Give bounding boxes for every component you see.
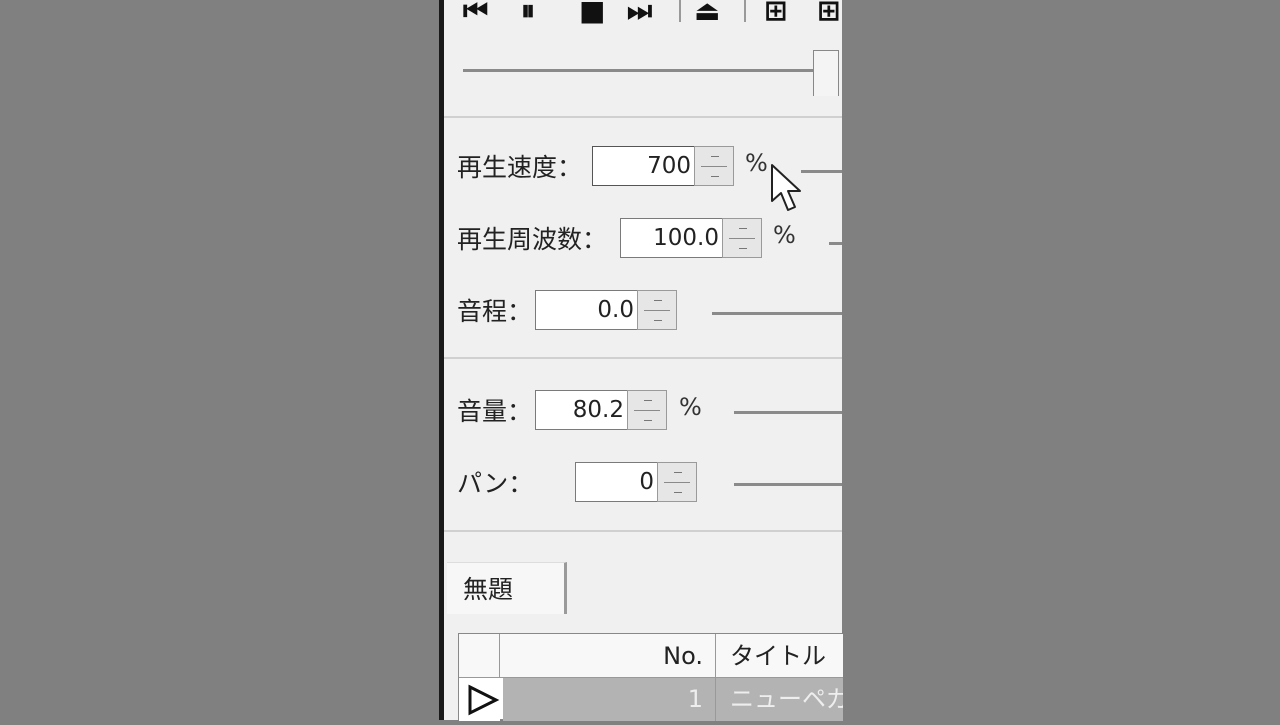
table-header-corner: [459, 634, 500, 678]
speed-input[interactable]: 700: [592, 146, 696, 186]
skip-forward-icon[interactable]: ⏭: [627, 0, 652, 25]
speed-slider[interactable]: [801, 170, 842, 173]
mouse-cursor-icon: [771, 164, 801, 211]
divider: [444, 116, 842, 118]
pause-icon[interactable]: ⏸: [521, 0, 535, 25]
frequency-slider[interactable]: [829, 242, 842, 245]
pan-input[interactable]: 0: [575, 462, 659, 502]
pitch-input[interactable]: 0.0: [535, 290, 639, 330]
pitch-slider[interactable]: [712, 312, 842, 315]
seek-slider-track[interactable]: [463, 69, 818, 72]
volume-spinner[interactable]: [627, 390, 667, 430]
column-header-title[interactable]: タイトル: [716, 634, 843, 678]
toolbar-separator: [744, 0, 746, 22]
volume-slider[interactable]: [734, 411, 842, 414]
table-row-indicator: [459, 678, 500, 721]
pitch-spinner[interactable]: [637, 290, 677, 330]
add-file-icon[interactable]: ⊞: [764, 0, 787, 25]
play-indicator-icon: [468, 684, 500, 716]
table-cell-title[interactable]: ニューペガ: [716, 678, 843, 721]
frequency-label: 再生周波数：: [457, 225, 608, 254]
toolbar-separator: [679, 0, 681, 22]
volume-label: 音量：: [457, 397, 533, 426]
pan-spinner[interactable]: [657, 462, 697, 502]
table-cell-no[interactable]: 1: [503, 678, 716, 721]
frequency-unit: %: [773, 221, 796, 249]
frequency-input[interactable]: 100.0: [620, 218, 724, 258]
stop-icon[interactable]: ■: [579, 0, 605, 25]
playlist-table: No. タイトル 1 ニューペガ: [458, 633, 843, 721]
speed-spinner[interactable]: [694, 146, 734, 186]
pan-slider[interactable]: [734, 483, 842, 486]
eject-icon[interactable]: ⏏: [694, 0, 720, 25]
skip-back-icon[interactable]: ⏮: [463, 0, 488, 25]
divider: [444, 357, 842, 359]
pan-label: パン：: [457, 469, 534, 498]
volume-unit: %: [679, 393, 702, 421]
speed-unit: %: [745, 149, 768, 177]
window-border: [439, 0, 444, 720]
playlist-tab[interactable]: 無題: [447, 562, 567, 614]
speed-label: 再生速度：: [457, 153, 583, 182]
playlist-tab-label: 無題: [463, 575, 514, 604]
volume-input[interactable]: 80.2: [535, 390, 629, 430]
frequency-spinner[interactable]: [722, 218, 762, 258]
divider: [444, 530, 842, 532]
column-header-no[interactable]: No.: [500, 634, 716, 678]
seek-slider-thumb[interactable]: [813, 50, 839, 96]
add-folder-icon[interactable]: ⊞: [817, 0, 840, 25]
pitch-label: 音程：: [457, 297, 533, 326]
